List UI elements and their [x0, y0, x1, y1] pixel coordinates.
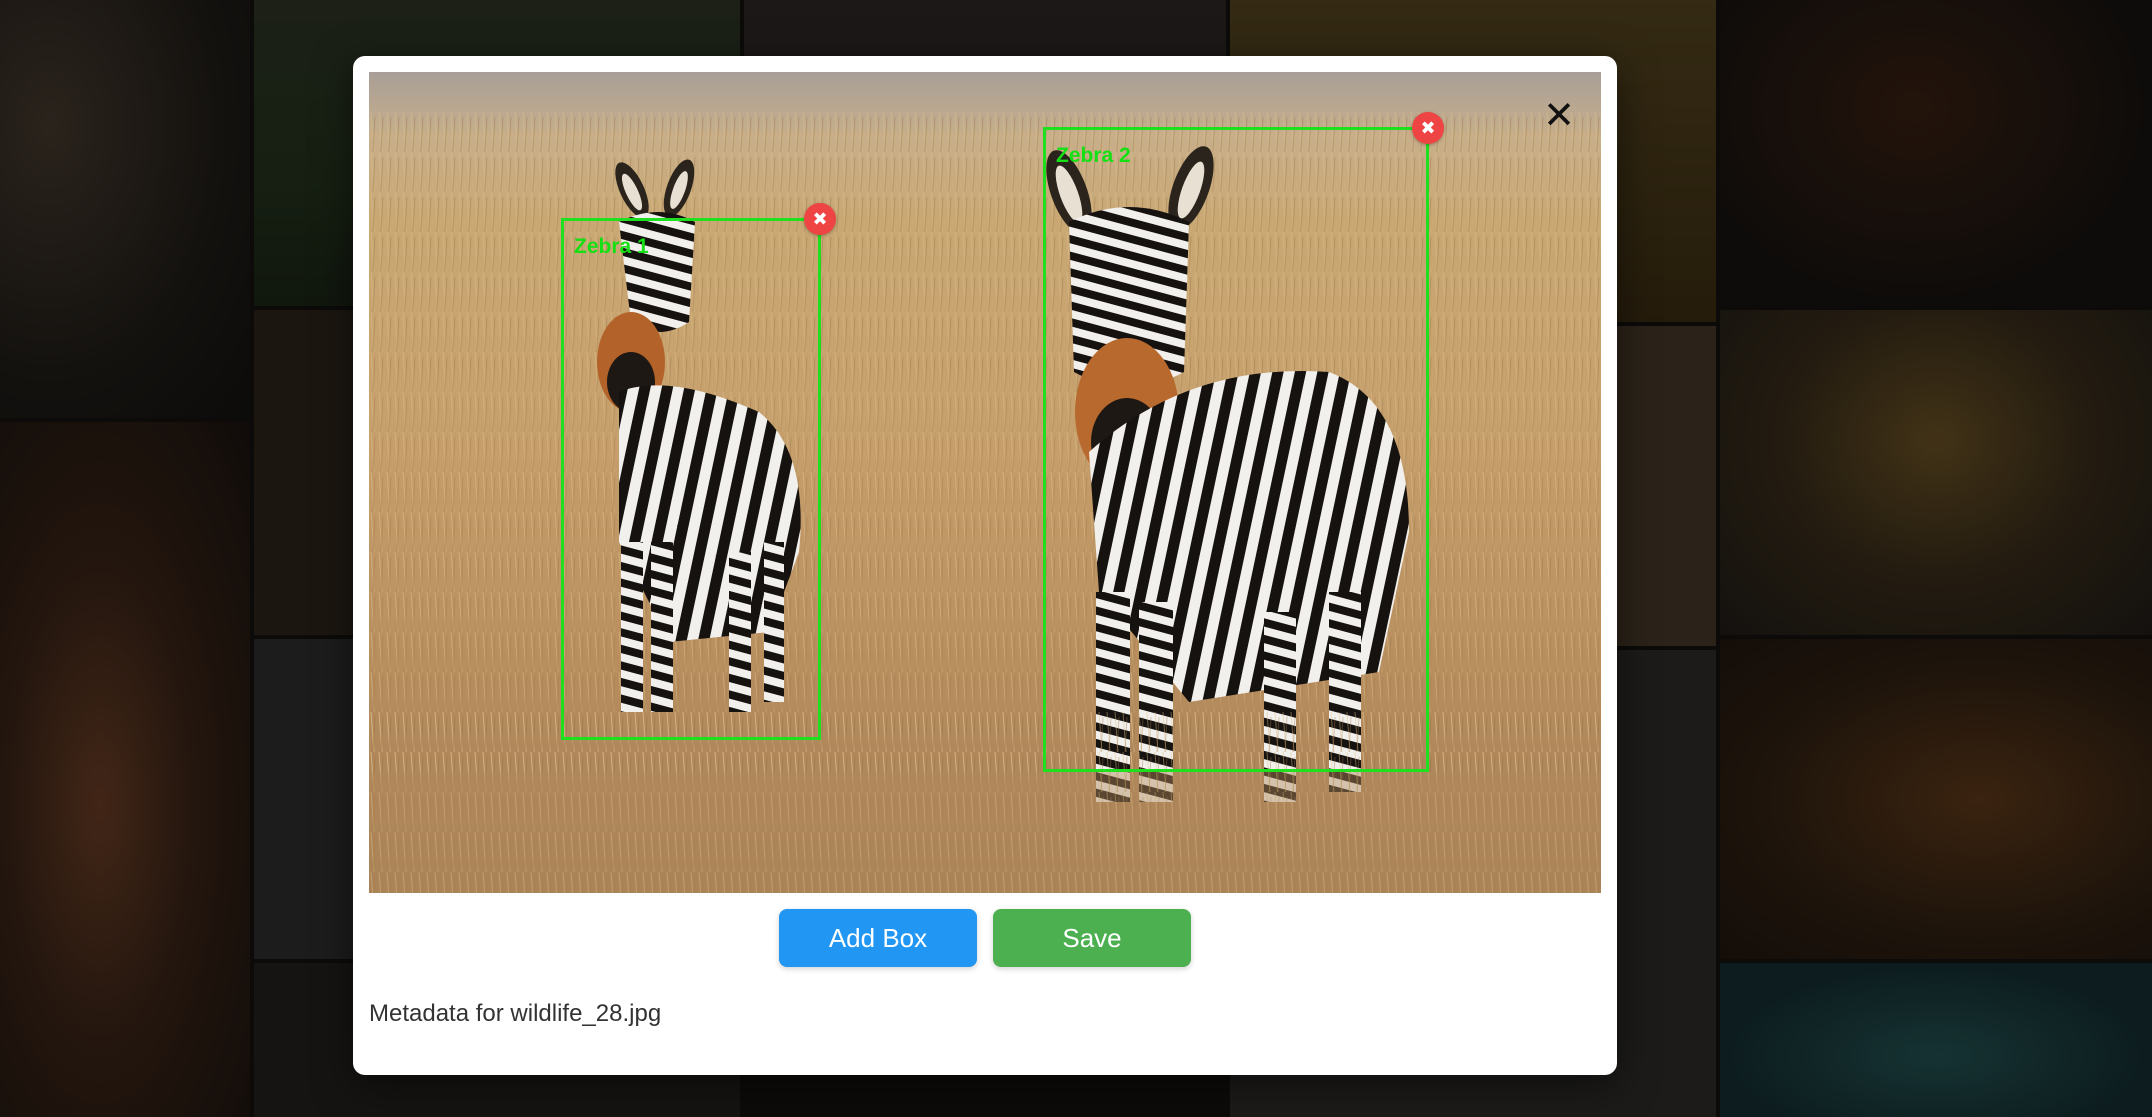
bounding-box-zebra-1[interactable]: Zebra 1 ✖ — [561, 203, 836, 740]
modal-actions: Add Box Save — [353, 909, 1617, 967]
bounding-box-label: Zebra 1 — [574, 235, 649, 258]
delete-box-icon[interactable]: ✖ — [804, 203, 836, 235]
metadata-text: Metadata for wildlife_28.jpg — [369, 1000, 662, 1027]
bounding-box-label: Zebra 2 — [1056, 144, 1131, 167]
add-box-button[interactable]: Add Box — [779, 909, 977, 967]
annotated-image[interactable]: ✕ Zebra 1 ✖ Zebra 2 ✖ — [369, 72, 1601, 893]
annotation-modal: ✕ Zebra 1 ✖ Zebra 2 ✖ Add Box Save Metad… — [353, 56, 1617, 1075]
bounding-box-zebra-2[interactable]: Zebra 2 ✖ — [1043, 112, 1444, 772]
close-icon[interactable]: ✕ — [1541, 97, 1577, 135]
delete-box-icon[interactable]: ✖ — [1412, 112, 1444, 144]
save-button[interactable]: Save — [993, 909, 1191, 967]
